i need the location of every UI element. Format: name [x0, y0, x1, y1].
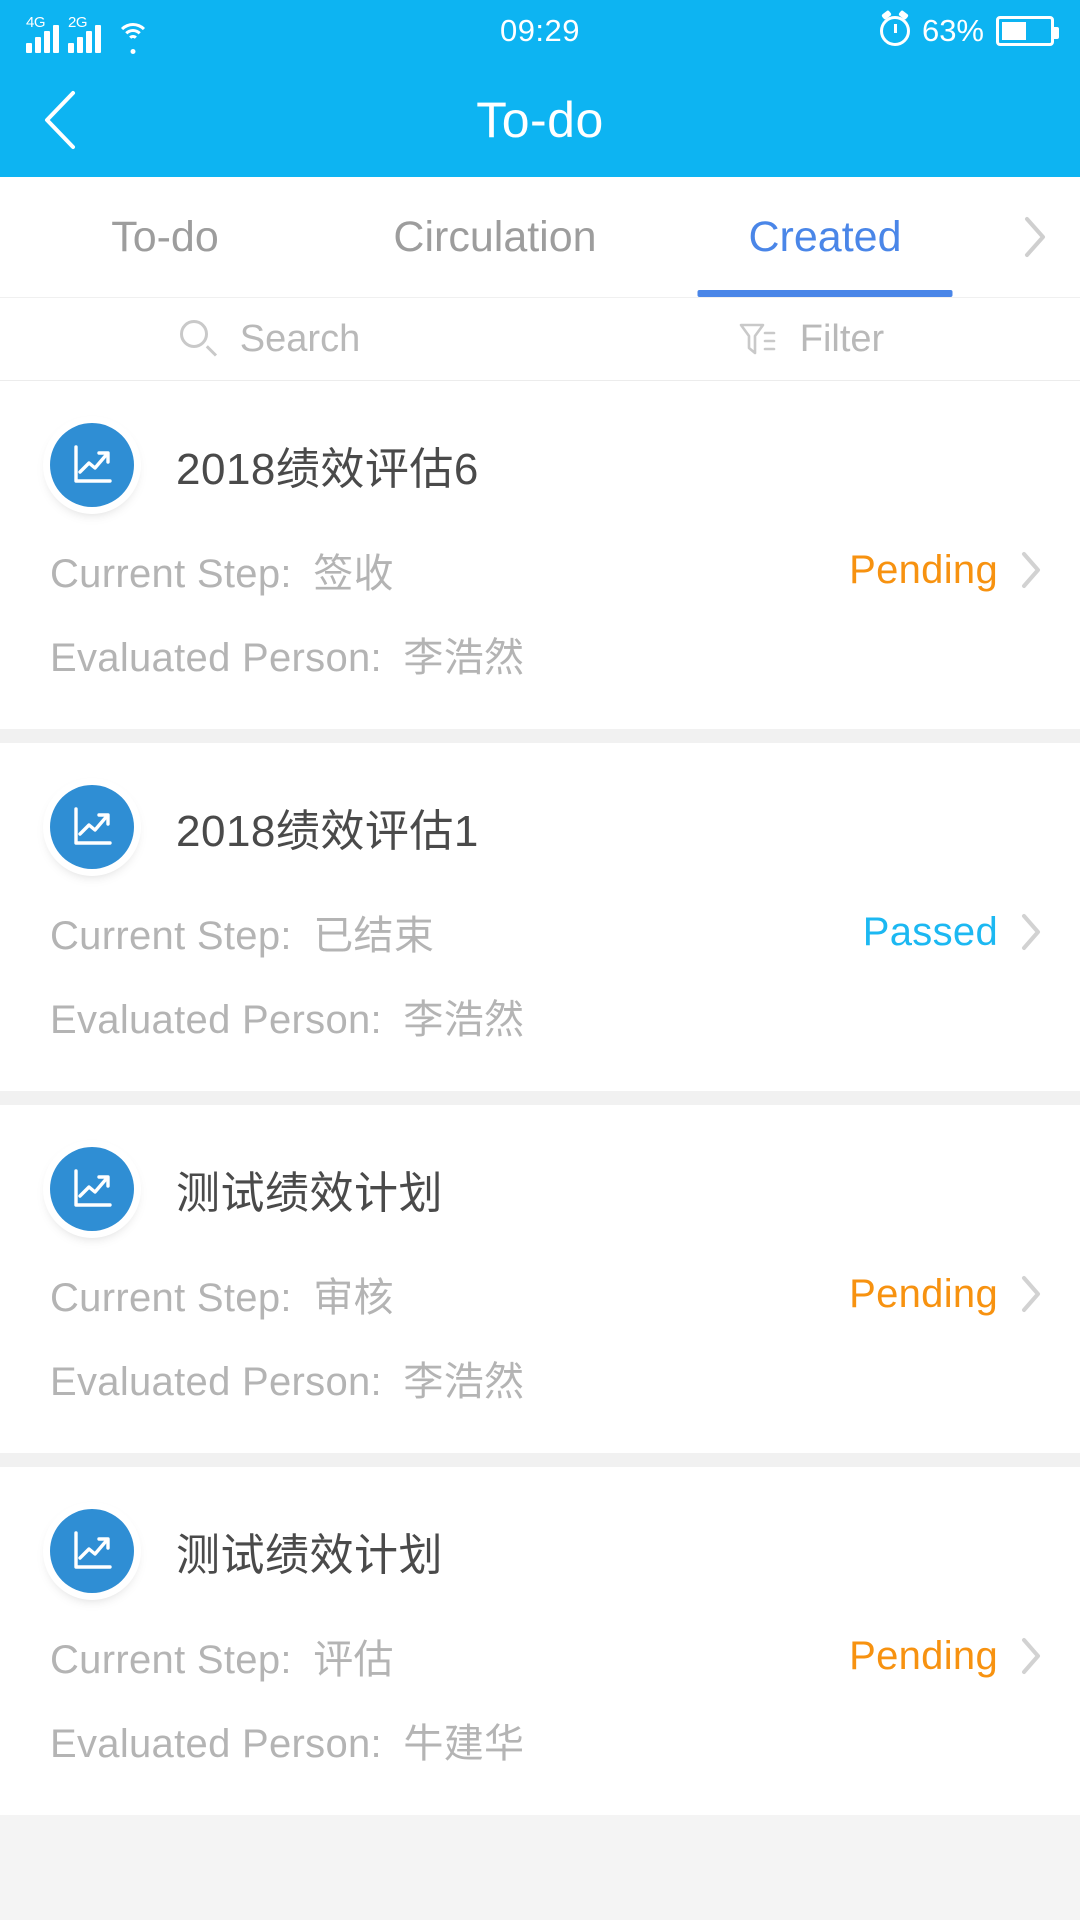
list-item-step-row: Current Step: 审核 Pending: [0, 1265, 1080, 1323]
evaluated-person-field: Evaluated Person: 李浩然: [50, 987, 524, 1045]
evaluated-person-value: 李浩然: [403, 636, 525, 680]
app-screen: 4G 2G 09:29 63% To-do To-do Circulation …: [0, 0, 1080, 1920]
signal-2g-icon: 2G: [68, 13, 101, 53]
tab-underline: [697, 290, 953, 297]
list-item-title: 测试绩效计划: [176, 1169, 443, 1218]
list-item-title: 2018绩效评估6: [176, 445, 479, 494]
battery-icon: [996, 16, 1059, 46]
filter-label: Filter: [799, 317, 885, 360]
list-item-step-row: Current Step: 签收 Pending: [0, 541, 1080, 599]
chevron-right-icon: [1022, 552, 1040, 588]
filter-icon: [739, 323, 776, 355]
evaluated-person-field: Evaluated Person: 李浩然: [50, 1349, 524, 1407]
current-step-value: 签收: [313, 552, 394, 596]
current-step-label: Current Step:: [50, 552, 292, 596]
list-item-person-row: Evaluated Person: 李浩然: [0, 625, 1080, 729]
current-step-label: Current Step:: [50, 1638, 292, 1682]
evaluated-person-label: Evaluated Person:: [50, 1360, 382, 1404]
avatar: [50, 423, 134, 507]
evaluated-person-label: Evaluated Person:: [50, 1722, 382, 1766]
alarm-icon: [879, 16, 910, 46]
list-item[interactable]: 测试绩效计划 Current Step: 审核 Pending Evaluate…: [0, 1105, 1080, 1453]
nav-bar: To-do: [0, 62, 1080, 177]
chart-trend-up-icon: [74, 807, 112, 845]
status-badge: Pending: [849, 547, 998, 592]
list-item[interactable]: 2018绩效评估1 Current Step: 已结束 Passed Evalu…: [0, 743, 1080, 1091]
tab-created[interactable]: Created: [660, 177, 990, 297]
current-step-label: Current Step:: [50, 1276, 292, 1320]
chart-trend-up-icon: [74, 445, 112, 483]
status-bar-right: 63%: [879, 13, 1059, 49]
filter-button[interactable]: Filter: [540, 318, 1080, 361]
list-item-header: 测试绩效计划: [0, 1467, 1080, 1593]
current-step-value: 审核: [313, 1276, 394, 1320]
evaluated-person-label: Evaluated Person:: [50, 636, 382, 680]
list-item-title: 2018绩效评估1: [176, 807, 479, 856]
current-step-field: Current Step: 签收: [50, 541, 394, 599]
chart-trend-up-icon: [74, 1169, 112, 1207]
list-item[interactable]: 测试绩效计划 Current Step: 评估 Pending Evaluate…: [0, 1467, 1080, 1815]
evaluated-person-value: 牛建华: [403, 1722, 525, 1766]
status-badge: Passed: [862, 909, 998, 954]
current-step-label: Current Step:: [50, 914, 292, 958]
current-step-field: Current Step: 已结束: [50, 903, 434, 961]
tab-label: Created: [748, 212, 902, 261]
chevron-right-icon: [1022, 914, 1040, 950]
tab-bar: To-do Circulation Created: [0, 177, 1080, 297]
status-badge: Pending: [849, 1271, 998, 1316]
list-item-title: 测试绩效计划: [176, 1531, 443, 1580]
evaluated-person-label: Evaluated Person:: [50, 998, 382, 1042]
list-item-step-row: Current Step: 已结束 Passed: [0, 903, 1080, 961]
current-step-field: Current Step: 评估: [50, 1627, 394, 1685]
chevron-left-icon: [45, 90, 75, 149]
evaluated-person-value: 李浩然: [403, 998, 525, 1042]
page-title: To-do: [476, 91, 604, 148]
avatar: [50, 1509, 134, 1593]
task-list: 2018绩效评估6 Current Step: 签收 Pending Evalu…: [0, 381, 1080, 1815]
list-item-status-group[interactable]: Pending: [849, 1272, 1042, 1317]
list-item-header: 测试绩效计划: [0, 1105, 1080, 1231]
list-item[interactable]: 2018绩效评估6 Current Step: 签收 Pending Evalu…: [0, 381, 1080, 729]
tab-to-do[interactable]: To-do: [0, 177, 330, 297]
chart-trend-up-icon: [74, 1531, 112, 1569]
current-step-field: Current Step: 审核: [50, 1265, 394, 1323]
chevron-right-icon: [1022, 1276, 1040, 1312]
evaluated-person-field: Evaluated Person: 李浩然: [50, 625, 524, 683]
battery-percent-label: 63%: [921, 13, 984, 48]
avatar: [50, 1147, 134, 1231]
back-button[interactable]: [0, 62, 120, 177]
evaluated-person-value: 李浩然: [403, 1360, 525, 1404]
evaluated-person-field: Evaluated Person: 牛建华: [50, 1711, 524, 1769]
current-step-value: 评估: [313, 1638, 394, 1682]
current-step-value: 已结束: [313, 914, 435, 958]
list-item-status-group[interactable]: Pending: [849, 548, 1042, 593]
tab-circulation[interactable]: Circulation: [330, 177, 660, 297]
list-item-person-row: Evaluated Person: 李浩然: [0, 987, 1080, 1091]
tab-label: To-do: [111, 212, 219, 261]
chevron-right-icon: [1022, 1638, 1040, 1674]
search-input[interactable]: Search: [0, 318, 540, 361]
signal-4g-icon: 4G: [26, 13, 59, 53]
status-bar: 4G 2G 09:29 63%: [0, 0, 1080, 62]
search-filter-bar: Search Filter: [0, 297, 1080, 381]
list-item-header: 2018绩效评估6: [0, 381, 1080, 507]
list-item-person-row: Evaluated Person: 牛建华: [0, 1711, 1080, 1815]
search-icon: [179, 320, 218, 358]
tab-label: Circulation: [393, 212, 597, 261]
wifi-icon: [114, 23, 152, 54]
status-bar-left: 4G 2G: [26, 9, 152, 54]
list-item-status-group[interactable]: Passed: [863, 910, 1042, 955]
tabs-more-button[interactable]: [990, 177, 1080, 297]
list-item-person-row: Evaluated Person: 李浩然: [0, 1349, 1080, 1453]
avatar: [50, 785, 134, 869]
search-placeholder: Search: [239, 317, 361, 360]
signal-4g-label: 4G: [26, 14, 46, 31]
signal-2g-label: 2G: [68, 14, 88, 31]
list-item-status-group[interactable]: Pending: [849, 1634, 1042, 1679]
list-item-header: 2018绩效评估1: [0, 743, 1080, 869]
list-item-step-row: Current Step: 评估 Pending: [0, 1627, 1080, 1685]
status-badge: Pending: [849, 1633, 998, 1678]
chevron-right-icon: [1025, 217, 1045, 257]
